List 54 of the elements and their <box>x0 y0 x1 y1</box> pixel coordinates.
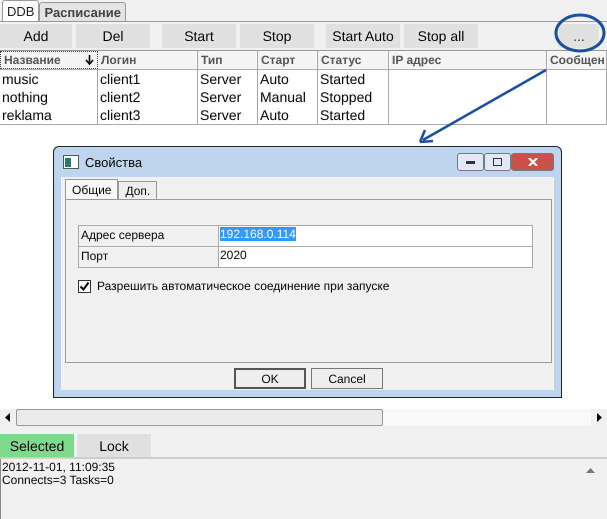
table-cell: Server <box>198 88 258 106</box>
table-cell: client3 <box>98 106 198 124</box>
log-line: Connects=3 Tasks=0 <box>2 474 115 487</box>
column-header[interactable]: Логин <box>98 51 198 69</box>
toolbar-button[interactable]: Stop <box>240 24 314 48</box>
column-header[interactable]: Сообщен <box>547 51 607 69</box>
minimize-icon <box>466 160 475 164</box>
status-button[interactable]: Lock <box>77 434 151 457</box>
dialog-title: Свойства <box>85 154 142 170</box>
more-button[interactable]: ... <box>559 24 599 48</box>
sort-arrow-icon <box>85 54 94 66</box>
dialog-button[interactable]: Cancel <box>311 368 383 389</box>
table-cell: client1 <box>98 70 198 88</box>
toolbar-button[interactable]: Start Auto <box>326 24 400 48</box>
annotation-circle <box>554 14 606 52</box>
table-cell: reklama <box>0 106 98 124</box>
horizontal-scrollbar[interactable] <box>0 409 607 426</box>
toolbar-button[interactable]: Stop all <box>404 24 478 48</box>
log-line: 2012-11-01, 11:09:35 <box>2 461 116 474</box>
scroll-up-icon[interactable] <box>586 467 595 473</box>
table-cell: nothing <box>0 88 98 106</box>
table-cell: Server <box>198 70 258 88</box>
table-cell: music <box>0 70 98 88</box>
table-cell: Started <box>318 70 389 88</box>
table-cell: Stopped <box>318 88 389 106</box>
checkbox-label: Разрешить автоматическое соединение при запуске <box>97 279 390 293</box>
table-cell: Server <box>198 106 258 124</box>
table-cell: client2 <box>98 88 198 106</box>
status-button[interactable]: Selected <box>0 434 74 457</box>
toolbar-button[interactable]: Del <box>76 24 150 48</box>
column-header[interactable]: Тип <box>198 51 258 69</box>
tab[interactable]: Доп. <box>118 181 158 199</box>
toolbar-button[interactable]: Add <box>0 24 72 48</box>
minimize-button[interactable] <box>457 153 484 171</box>
table-cell: Started <box>318 106 389 124</box>
table-cell: Auto <box>258 106 318 124</box>
dialog-button[interactable]: OK <box>234 368 306 389</box>
maximize-icon <box>493 158 502 166</box>
maximize-button[interactable] <box>484 153 511 171</box>
table-cell: Auto <box>258 70 318 88</box>
column-header[interactable]: Статус <box>318 51 389 69</box>
toolbar-button[interactable]: Start <box>162 24 236 48</box>
column-header[interactable]: IP адрес <box>389 51 547 69</box>
table-cell: Manual <box>258 88 318 106</box>
input-field[interactable]: 2020 <box>219 247 532 267</box>
column-header[interactable]: Старт <box>258 51 318 69</box>
tab[interactable]: DDB <box>2 0 40 21</box>
checkbox[interactable] <box>78 280 91 292</box>
tab[interactable]: Расписание <box>39 2 126 21</box>
tab[interactable]: Общие <box>65 179 118 199</box>
close-button[interactable] <box>511 153 554 171</box>
window-icon <box>63 155 79 169</box>
column-header[interactable]: Название <box>0 51 98 69</box>
close-icon <box>528 158 538 166</box>
